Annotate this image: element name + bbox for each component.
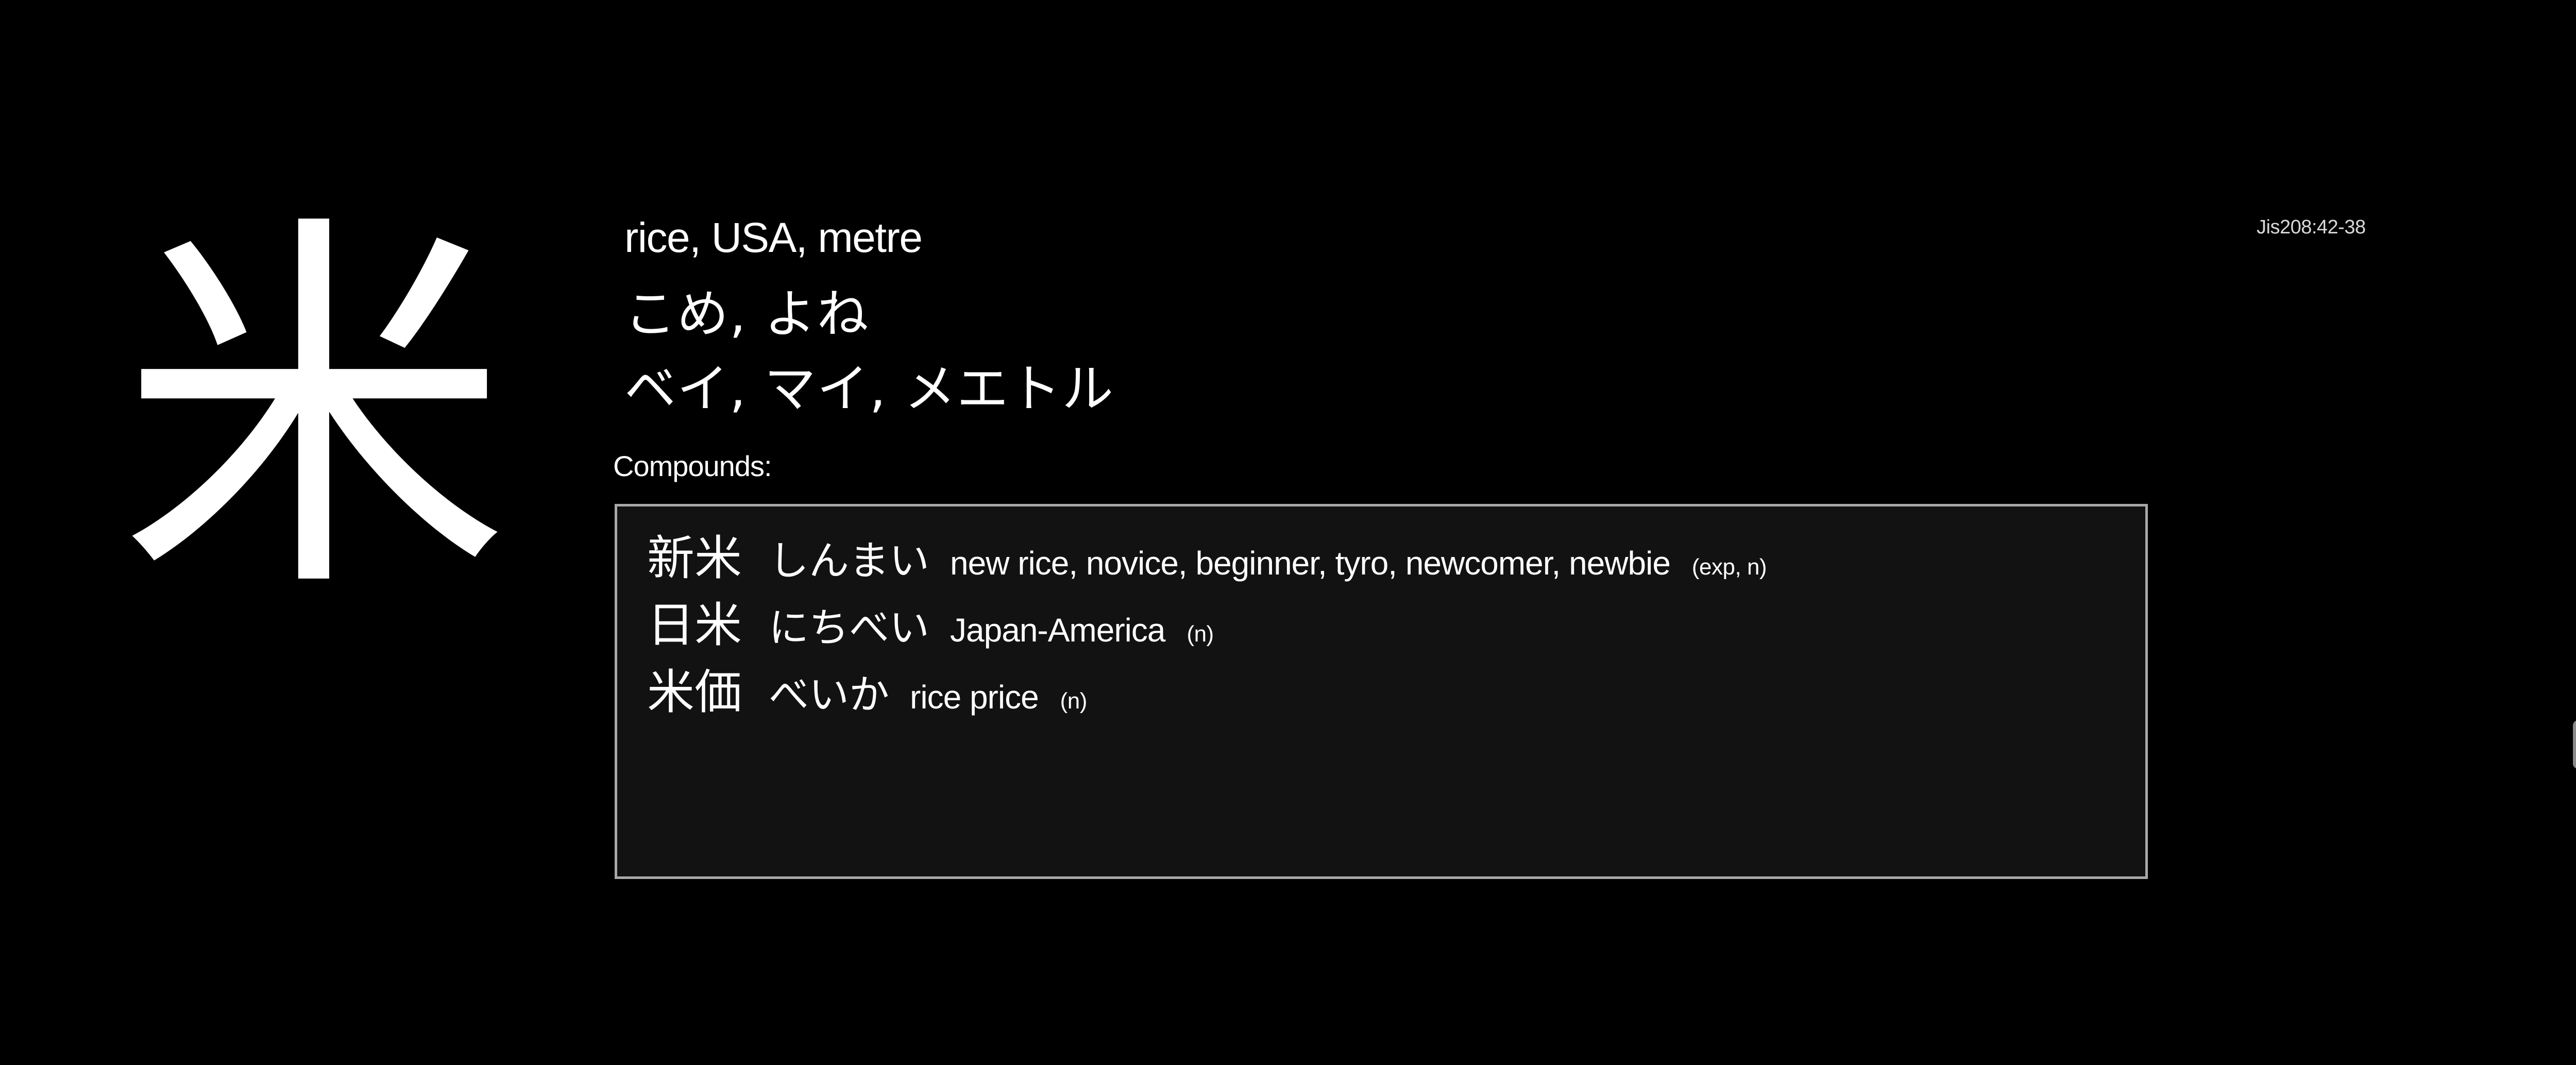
kanji-character: 米 xyxy=(118,184,510,640)
compound-reading: べいか xyxy=(769,672,890,718)
kun-readings: こめ, よね xyxy=(624,284,870,344)
compounds-label: Compounds: xyxy=(613,450,772,482)
compound-reading: しんまい xyxy=(769,538,930,584)
compound-word: 新米 xyxy=(647,531,742,586)
compound-word: 米価 xyxy=(647,665,742,720)
compound-row: 米価 べいか rice price (n) xyxy=(647,654,2145,721)
compound-word: 日米 xyxy=(647,598,742,653)
compound-reading: にちべい xyxy=(769,605,930,651)
compound-part-of-speech: (n) xyxy=(1060,688,1088,714)
compound-part-of-speech: (n) xyxy=(1187,621,1214,647)
compounds-list: 新米 しんまい new rice, novice, beginner, tyro… xyxy=(615,504,2148,879)
compound-gloss: new rice, novice, beginner, tyro, newcom… xyxy=(950,545,1671,582)
compound-gloss: rice price xyxy=(910,679,1039,716)
scroll-handle[interactable] xyxy=(2573,720,2576,769)
kanji-meanings: rice, USA, metre xyxy=(624,214,923,261)
on-readings: ベイ, マイ, メエトル xyxy=(624,359,1115,419)
jis-code: Jis208:42-38 xyxy=(2257,216,2366,238)
compound-row: 新米 しんまい new rice, novice, beginner, tyro… xyxy=(647,520,2145,587)
compound-part-of-speech: (exp, n) xyxy=(1691,554,1767,580)
compound-gloss: Japan-America xyxy=(950,612,1165,649)
compound-row: 日米 にちべい Japan-America (n) xyxy=(647,587,2145,654)
